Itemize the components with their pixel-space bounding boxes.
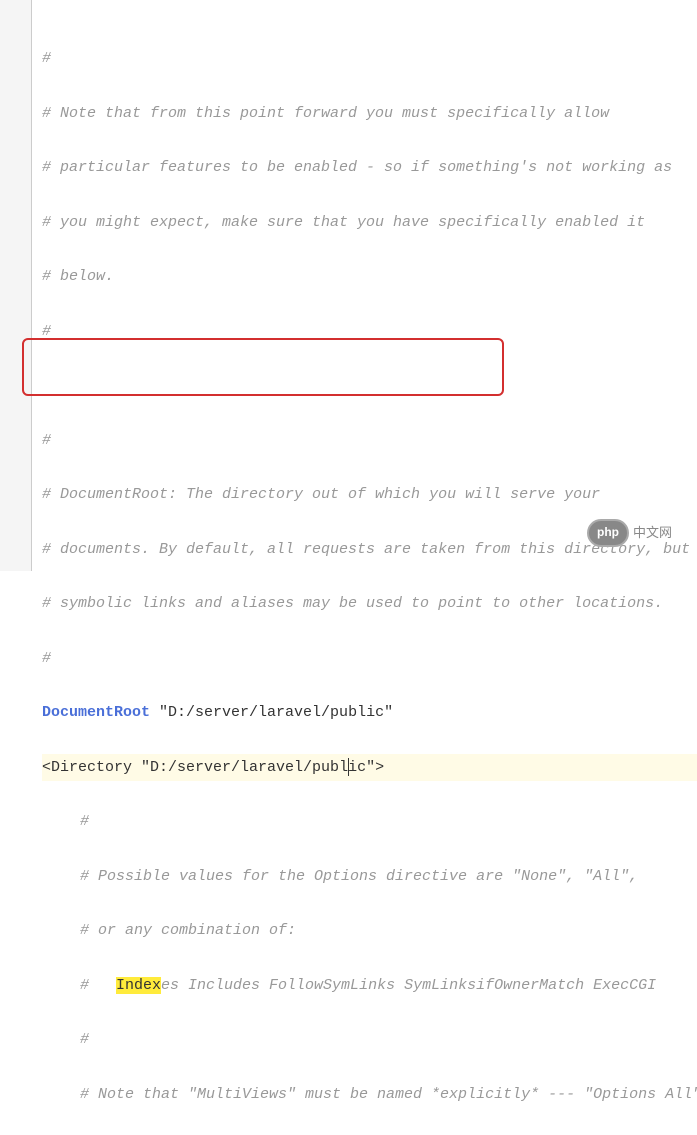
code-line: # or any combination of: [42,917,697,945]
code-line: # Indexes Includes FollowSymLinks SymLin… [42,972,697,1000]
code-editor-content: # # Note that from this point forward yo… [32,0,697,1135]
code-line: # Note that from this point forward you … [42,100,697,128]
code-line: # symbolic links and aliases may be used… [42,590,697,618]
keyword-documentroot: DocumentRoot [42,704,150,721]
watermark: php 中文网 [587,515,697,551]
code-line-directory: <Directory "D:/server/laravel/public"> [42,754,697,782]
editor-gutter [0,0,32,571]
code-line: # below. [42,263,697,291]
code-line: # particular features to be enabled - so… [42,154,697,182]
code-line: # Note that "MultiViews" must be named *… [42,1081,697,1109]
code-line: # DocumentRoot: The directory out of whi… [42,481,697,509]
code-line: # [42,645,697,673]
watermark-text: 中文网 [633,521,672,544]
string-path: "D:/server/laravel/public" [150,704,393,721]
code-line: # [42,1026,697,1054]
code-line: # [42,808,697,836]
string-path: "D:/server/laravel/publ [141,759,348,776]
watermark-logo: php [587,519,629,547]
code-line: # you might expect, make sure that you h… [42,209,697,237]
string-path: ic" [348,759,375,776]
code-line-blank [42,372,697,400]
tag-directory-open: <Directory [42,759,141,776]
code-line: # [42,427,697,455]
code-line: # [42,45,697,73]
code-line-documentroot: DocumentRoot "D:/server/laravel/public" [42,699,697,727]
code-line: # [42,318,697,346]
search-highlight: Index [116,977,161,994]
tag-directory-close: > [375,759,384,776]
code-line: # Possible values for the Options direct… [42,863,697,891]
